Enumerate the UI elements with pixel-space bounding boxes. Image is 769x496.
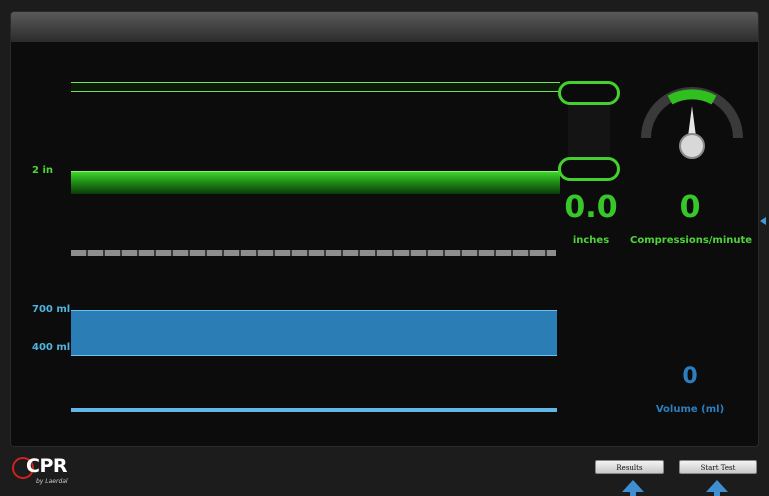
depth-top-marker [558,81,620,105]
depth-unit-label: inches [572,235,610,246]
volume-baseline [71,408,557,412]
depth-indicator-channel [568,103,610,158]
volume-lower-label: 400 ml [32,342,71,353]
depth-ruler [71,250,556,256]
qcpr-logo: CPR by Laerdal [12,455,82,487]
gauge-icon [641,87,743,159]
panel-header-gloss [11,12,758,42]
start-test-button[interactable]: Start Test [679,460,757,474]
volume-target-band [71,310,557,356]
volume-value: 0 [682,364,698,389]
depth-bottom-marker [558,157,620,181]
depth-upper-line [71,82,560,92]
depth-value: 0.0 [564,190,618,225]
logo-subtext: by Laerdal [36,478,68,485]
arrow-left-icon [760,217,766,225]
results-button[interactable]: Results [595,460,664,474]
arrow-up-icon [622,480,644,496]
logo-main-text: CPR [26,455,68,477]
compression-rate-unit-label: Compressions/minute [630,235,753,246]
arrow-up-icon [706,480,728,496]
feedback-panel [10,11,759,447]
depth-target-band [71,171,560,194]
compression-rate-value: 0 [679,190,701,225]
volume-upper-label: 700 ml [32,304,71,315]
depth-target-label: 2 in [32,165,53,176]
volume-unit-label: Volume (ml) [655,404,725,415]
